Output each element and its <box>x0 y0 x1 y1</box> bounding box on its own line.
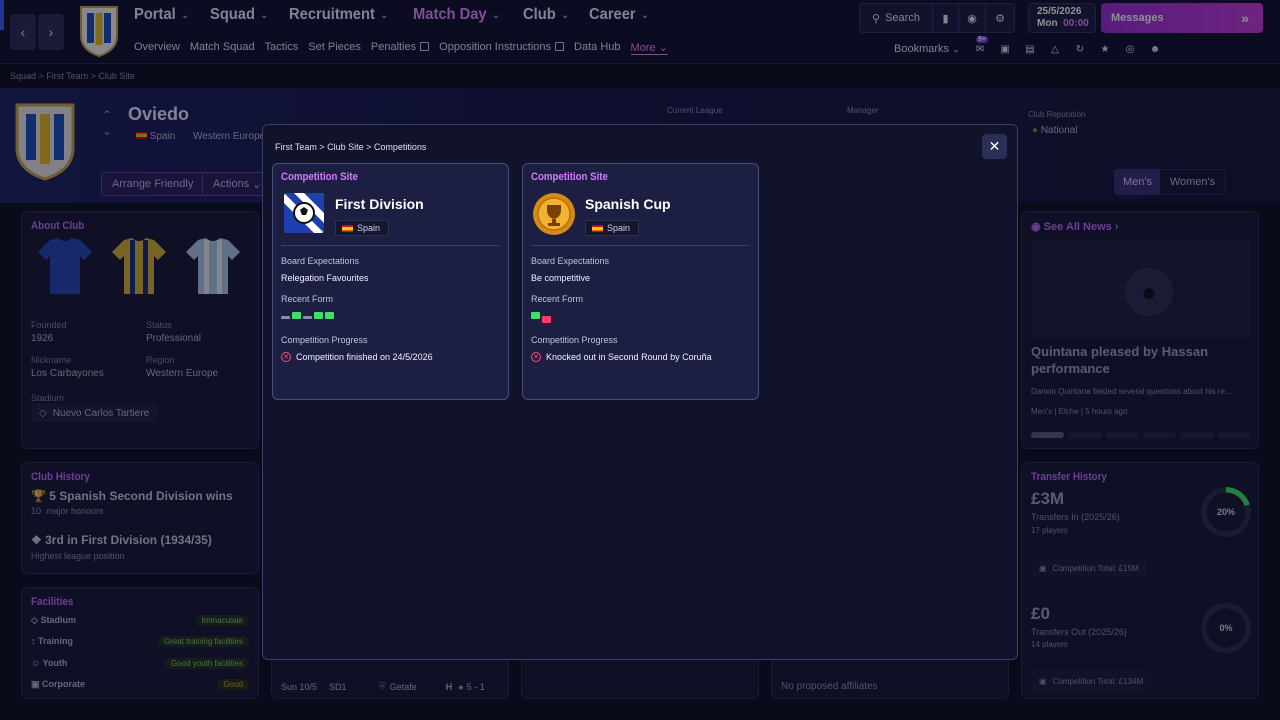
form-draw <box>303 316 312 319</box>
competition-card-spanish-cup[interactable]: Competition Site Spanish Cup Spain Board… <box>522 163 759 400</box>
modal-breadcrumb-competitions: Competitions <box>373 142 427 152</box>
board-expectations-label: Board Expectations <box>531 256 610 266</box>
competition-progress-label: Competition Progress <box>281 335 368 345</box>
competition-country: Spain <box>585 220 640 236</box>
form-win <box>292 312 301 319</box>
recent-form-label: Recent Form <box>281 294 334 304</box>
competition-site-title[interactable]: Competition Site <box>531 171 608 183</box>
competition-progress: ✕ Knocked out in Second Round by Coruña <box>531 352 712 362</box>
first-division-logo-icon <box>284 193 324 233</box>
board-expectations-value: Relegation Favourites <box>281 273 369 283</box>
board-expectations-label: Board Expectations <box>281 256 360 266</box>
form-loss <box>542 316 551 323</box>
competition-country-label: Spain <box>607 223 631 233</box>
competition-progress-value: Knocked out in Second Round by Coruña <box>546 352 712 362</box>
modal-breadcrumb: First Team > Club Site > Competitions <box>275 142 427 152</box>
form-win <box>531 312 540 319</box>
modal-breadcrumb-first-team[interactable]: First Team <box>275 142 317 152</box>
spanish-cup-logo-icon <box>532 192 576 236</box>
recent-form <box>531 312 551 323</box>
competition-progress: ✕ Competition finished on 24/5/2026 <box>281 352 433 362</box>
cross-circle-icon: ✕ <box>281 352 291 362</box>
competition-progress-label: Competition Progress <box>531 335 618 345</box>
card-divider <box>531 245 750 246</box>
spain-flag-icon <box>342 224 353 232</box>
competition-country-label: Spain <box>357 223 381 233</box>
modal-breadcrumb-club-site[interactable]: Club Site <box>327 142 364 152</box>
recent-form <box>281 312 334 319</box>
competition-country: Spain <box>335 220 390 236</box>
competition-name: Spanish Cup <box>585 196 671 212</box>
competition-name: First Division <box>335 196 424 212</box>
competition-card-first-division[interactable]: Competition Site First Division Spain Bo… <box>272 163 509 400</box>
recent-form-label: Recent Form <box>531 294 584 304</box>
board-expectations-value: Be competitive <box>531 273 591 283</box>
form-win <box>325 312 334 319</box>
close-icon: ✕ <box>988 138 1001 154</box>
form-win <box>314 312 323 319</box>
competition-site-title[interactable]: Competition Site <box>281 171 358 183</box>
form-draw <box>281 316 290 319</box>
competitions-modal: First Team > Club Site > Competitions ✕ … <box>262 124 1018 660</box>
cross-circle-icon: ✕ <box>531 352 541 362</box>
card-divider <box>281 245 500 246</box>
competition-progress-value: Competition finished on 24/5/2026 <box>296 352 433 362</box>
close-button[interactable]: ✕ <box>982 134 1007 159</box>
spain-flag-icon <box>592 224 603 232</box>
